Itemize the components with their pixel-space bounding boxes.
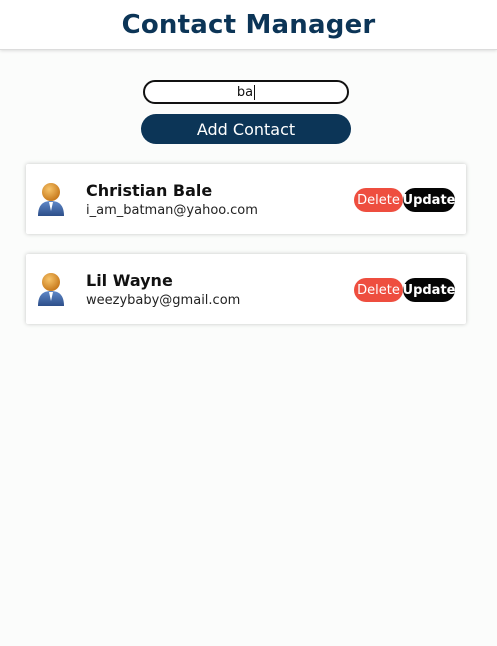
update-button[interactable]: Update (403, 278, 456, 302)
contact-card: Christian Bale i_am_batman@yahoo.com Del… (26, 164, 466, 234)
contact-name: Christian Bale (86, 181, 213, 200)
contact-name: Lil Wayne (86, 271, 173, 290)
update-button[interactable]: Update (403, 188, 456, 212)
add-contact-button[interactable]: Add Contact (141, 114, 351, 144)
contact-email: weezybaby@gmail.com (86, 293, 241, 308)
search-input[interactable]: ba (143, 80, 349, 104)
contact-card: Lil Wayne weezybaby@gmail.com Delete Upd… (26, 254, 466, 324)
contact-email: i_am_batman@yahoo.com (86, 203, 258, 218)
user-avatar-icon (38, 183, 64, 216)
delete-button[interactable]: Delete (354, 278, 403, 302)
search-input-value: ba (236, 84, 254, 100)
page-title: Contact Manager (121, 9, 376, 40)
user-avatar-icon (38, 273, 64, 306)
text-caret (254, 84, 256, 100)
delete-button[interactable]: Delete (354, 188, 403, 212)
app-header: Contact Manager (0, 0, 497, 50)
